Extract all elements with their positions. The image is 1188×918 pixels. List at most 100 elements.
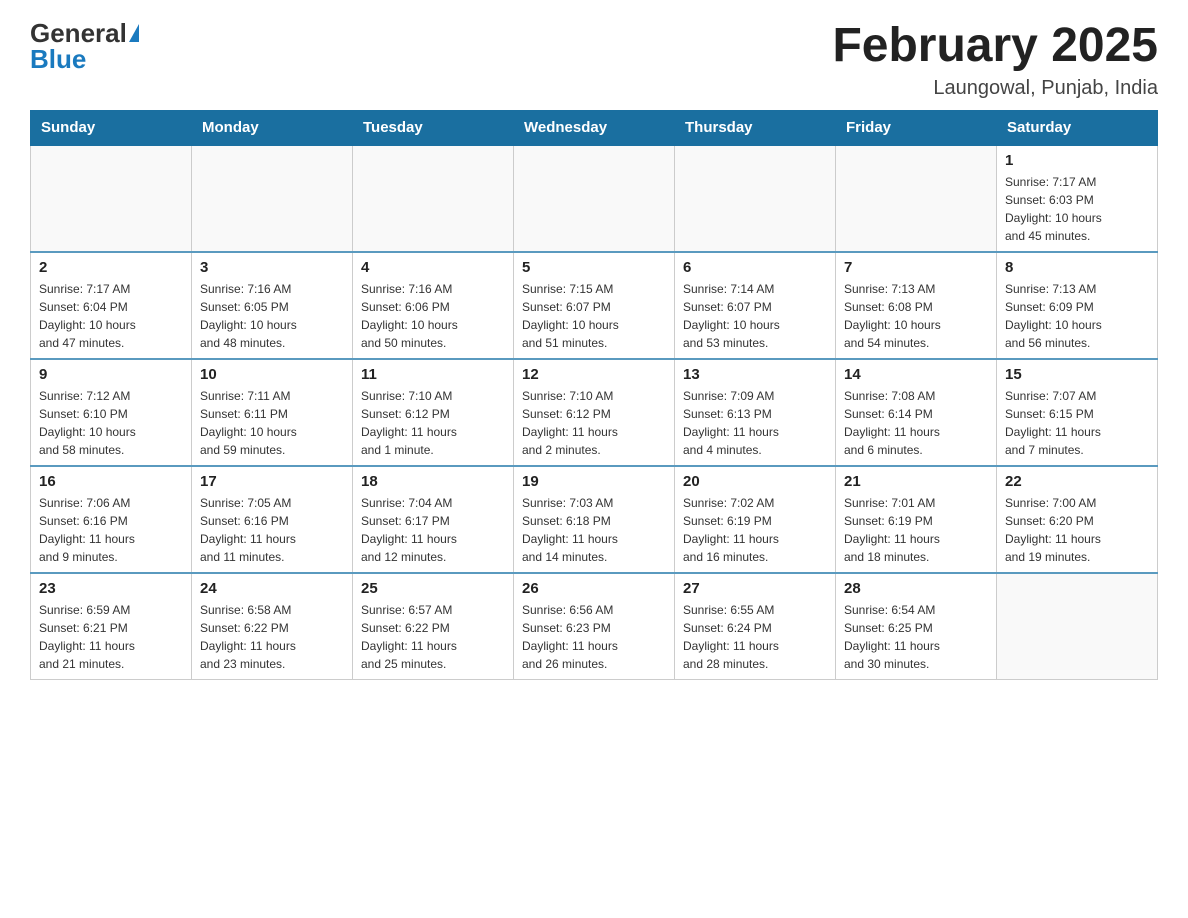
calendar-cell — [675, 145, 836, 252]
weekday-header-wednesday: Wednesday — [514, 110, 675, 145]
day-info: Sunrise: 7:06 AM Sunset: 6:16 PM Dayligh… — [39, 494, 183, 566]
calendar-cell — [514, 145, 675, 252]
day-number: 18 — [361, 473, 505, 490]
calendar-week-2: 2Sunrise: 7:17 AM Sunset: 6:04 PM Daylig… — [31, 252, 1158, 359]
calendar-cell: 1 Sunrise: 7:17 AM Sunset: 6:03 PM Daylig… — [997, 145, 1158, 252]
day-number: 21 — [844, 473, 988, 490]
weekday-header-thursday: Thursday — [675, 110, 836, 145]
weekday-header-row: SundayMondayTuesdayWednesdayThursdayFrid… — [31, 110, 1158, 145]
weekday-header-friday: Friday — [836, 110, 997, 145]
day-info: Sunrise: 7:01 AM Sunset: 6:19 PM Dayligh… — [844, 494, 988, 566]
day-info: Sunrise: 6:54 AM Sunset: 6:25 PM Dayligh… — [844, 601, 988, 673]
day-number: 25 — [361, 580, 505, 597]
day-info: Sunrise: 6:55 AM Sunset: 6:24 PM Dayligh… — [683, 601, 827, 673]
title-block: February 2025 Laungowal, Punjab, India — [832, 20, 1158, 100]
calendar-cell: 25 Sunrise: 6:57 AM Sunset: 6:22 PM Dayli… — [353, 573, 514, 680]
calendar-cell: 22 Sunrise: 7:00 AM Sunset: 6:20 PM Dayli… — [997, 466, 1158, 573]
day-number: 13 — [683, 366, 827, 383]
day-number: 3 — [200, 259, 344, 276]
calendar-cell — [353, 145, 514, 252]
calendar-cell: 19Sunrise: 7:03 AM Sunset: 6:18 PM Dayli… — [514, 466, 675, 573]
calendar-cell — [31, 145, 192, 252]
day-number: 5 — [522, 259, 666, 276]
day-info: Sunrise: 7:17 AM Sunset: 6:03 PM Dayligh… — [1005, 173, 1149, 245]
calendar-week-1: 1 Sunrise: 7:17 AM Sunset: 6:03 PM Daylig… — [31, 145, 1158, 252]
day-info: Sunrise: 6:58 AM Sunset: 6:22 PM Dayligh… — [200, 601, 344, 673]
day-info: Sunrise: 7:10 AM Sunset: 6:12 PM Dayligh… — [361, 387, 505, 459]
calendar-cell: 9Sunrise: 7:12 AM Sunset: 6:10 PM Daylig… — [31, 359, 192, 466]
day-info: Sunrise: 7:14 AM Sunset: 6:07 PM Dayligh… — [683, 280, 827, 352]
weekday-header-tuesday: Tuesday — [353, 110, 514, 145]
calendar-cell: 14 Sunrise: 7:08 AM Sunset: 6:14 PM Dayli… — [836, 359, 997, 466]
page-header: General Blue February 2025 Laungowal, Pu… — [30, 20, 1158, 100]
day-number: 6 — [683, 259, 827, 276]
calendar-title: February 2025 — [832, 20, 1158, 73]
calendar-cell: 11 Sunrise: 7:10 AM Sunset: 6:12 PM Dayli… — [353, 359, 514, 466]
day-info: Sunrise: 7:07 AM Sunset: 6:15 PM Dayligh… — [1005, 387, 1149, 459]
calendar-cell: 6 Sunrise: 7:14 AM Sunset: 6:07 PM Daylig… — [675, 252, 836, 359]
day-info: Sunrise: 6:57 AM Sunset: 6:22 PM Dayligh… — [361, 601, 505, 673]
day-number: 20 — [683, 473, 827, 490]
day-info: Sunrise: 7:11 AM Sunset: 6:11 PM Dayligh… — [200, 387, 344, 459]
day-info: Sunrise: 7:17 AM Sunset: 6:04 PM Dayligh… — [39, 280, 183, 352]
day-number: 7 — [844, 259, 988, 276]
day-number: 27 — [683, 580, 827, 597]
calendar-cell: 2Sunrise: 7:17 AM Sunset: 6:04 PM Daylig… — [31, 252, 192, 359]
calendar-cell — [997, 573, 1158, 680]
day-info: Sunrise: 7:00 AM Sunset: 6:20 PM Dayligh… — [1005, 494, 1149, 566]
calendar-cell — [192, 145, 353, 252]
calendar-cell: 21 Sunrise: 7:01 AM Sunset: 6:19 PM Dayli… — [836, 466, 997, 573]
calendar-location: Laungowal, Punjab, India — [832, 77, 1158, 100]
day-info: Sunrise: 7:16 AM Sunset: 6:06 PM Dayligh… — [361, 280, 505, 352]
day-number: 19 — [522, 473, 666, 490]
day-info: Sunrise: 7:02 AM Sunset: 6:19 PM Dayligh… — [683, 494, 827, 566]
logo-blue-text: Blue — [30, 46, 86, 72]
day-number: 28 — [844, 580, 988, 597]
calendar-week-3: 9Sunrise: 7:12 AM Sunset: 6:10 PM Daylig… — [31, 359, 1158, 466]
day-info: Sunrise: 7:05 AM Sunset: 6:16 PM Dayligh… — [200, 494, 344, 566]
calendar-table: SundayMondayTuesdayWednesdayThursdayFrid… — [30, 110, 1158, 680]
day-info: Sunrise: 7:09 AM Sunset: 6:13 PM Dayligh… — [683, 387, 827, 459]
day-number: 16 — [39, 473, 183, 490]
day-number: 15 — [1005, 366, 1149, 383]
day-number: 4 — [361, 259, 505, 276]
day-number: 9 — [39, 366, 183, 383]
calendar-cell: 4 Sunrise: 7:16 AM Sunset: 6:06 PM Daylig… — [353, 252, 514, 359]
calendar-cell — [836, 145, 997, 252]
weekday-header-saturday: Saturday — [997, 110, 1158, 145]
calendar-cell: 3 Sunrise: 7:16 AM Sunset: 6:05 PM Daylig… — [192, 252, 353, 359]
calendar-cell: 15 Sunrise: 7:07 AM Sunset: 6:15 PM Dayli… — [997, 359, 1158, 466]
weekday-header-monday: Monday — [192, 110, 353, 145]
calendar-cell: 17 Sunrise: 7:05 AM Sunset: 6:16 PM Dayli… — [192, 466, 353, 573]
calendar-cell: 16 Sunrise: 7:06 AM Sunset: 6:16 PM Dayli… — [31, 466, 192, 573]
day-info: Sunrise: 6:59 AM Sunset: 6:21 PM Dayligh… — [39, 601, 183, 673]
day-info: Sunrise: 7:08 AM Sunset: 6:14 PM Dayligh… — [844, 387, 988, 459]
day-info: Sunrise: 7:16 AM Sunset: 6:05 PM Dayligh… — [200, 280, 344, 352]
day-number: 14 — [844, 366, 988, 383]
day-number: 17 — [200, 473, 344, 490]
day-info: Sunrise: 7:13 AM Sunset: 6:08 PM Dayligh… — [844, 280, 988, 352]
day-info: Sunrise: 7:13 AM Sunset: 6:09 PM Dayligh… — [1005, 280, 1149, 352]
day-number: 1 — [1005, 152, 1149, 169]
calendar-cell: 10 Sunrise: 7:11 AM Sunset: 6:11 PM Dayli… — [192, 359, 353, 466]
logo-general-text: General — [30, 20, 127, 46]
calendar-cell: 7 Sunrise: 7:13 AM Sunset: 6:08 PM Daylig… — [836, 252, 997, 359]
day-number: 22 — [1005, 473, 1149, 490]
day-number: 23 — [39, 580, 183, 597]
calendar-cell: 12Sunrise: 7:10 AM Sunset: 6:12 PM Dayli… — [514, 359, 675, 466]
logo-triangle-icon — [129, 24, 139, 42]
day-number: 26 — [522, 580, 666, 597]
day-number: 24 — [200, 580, 344, 597]
calendar-cell: 23 Sunrise: 6:59 AM Sunset: 6:21 PM Dayli… — [31, 573, 192, 680]
calendar-cell: 18 Sunrise: 7:04 AM Sunset: 6:17 PM Dayli… — [353, 466, 514, 573]
weekday-header-sunday: Sunday — [31, 110, 192, 145]
day-info: Sunrise: 7:04 AM Sunset: 6:17 PM Dayligh… — [361, 494, 505, 566]
calendar-cell: 26 Sunrise: 6:56 AM Sunset: 6:23 PM Dayli… — [514, 573, 675, 680]
day-info: Sunrise: 7:15 AM Sunset: 6:07 PM Dayligh… — [522, 280, 666, 352]
day-number: 10 — [200, 366, 344, 383]
calendar-cell: 20 Sunrise: 7:02 AM Sunset: 6:19 PM Dayli… — [675, 466, 836, 573]
day-number: 11 — [361, 366, 505, 383]
day-info: Sunrise: 6:56 AM Sunset: 6:23 PM Dayligh… — [522, 601, 666, 673]
logo: General Blue — [30, 20, 139, 72]
calendar-cell: 5 Sunrise: 7:15 AM Sunset: 6:07 PM Daylig… — [514, 252, 675, 359]
